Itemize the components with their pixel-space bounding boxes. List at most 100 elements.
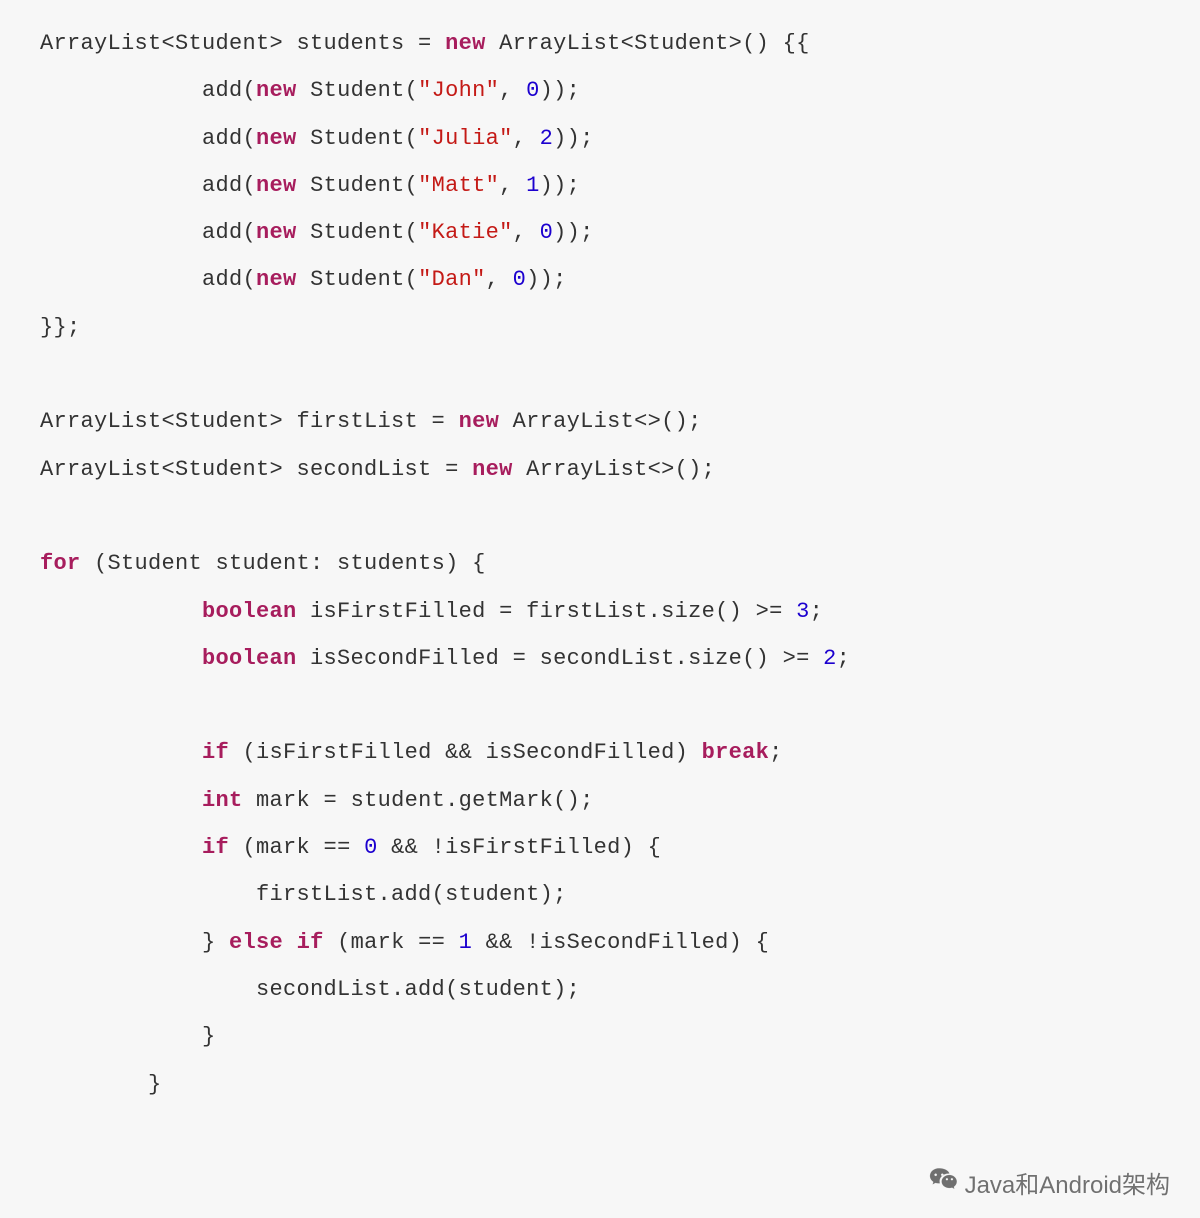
code-token: Student( <box>297 267 419 292</box>
code-token: ArrayList<Student> secondList = <box>40 457 472 482</box>
watermark: Java和Android架构 <box>929 1165 1170 1200</box>
code-token: 0 <box>364 835 378 860</box>
code-token: (mark == <box>324 930 459 955</box>
code-token: , <box>499 78 526 103</box>
code-token: }}; <box>40 315 81 340</box>
code-token: } <box>40 1024 216 1049</box>
code-token: )); <box>540 78 581 103</box>
code-token: , <box>486 267 513 292</box>
code-token: new <box>256 173 297 198</box>
code-token: add( <box>40 220 256 245</box>
code-token: ArrayList<>(); <box>499 409 702 434</box>
code-token: new <box>256 126 297 151</box>
code-line <box>40 682 1160 729</box>
code-token: (isFirstFilled && isSecondFilled) <box>229 740 702 765</box>
code-line: add(new Student("Julia", 2)); <box>40 115 1160 162</box>
code-token: for <box>40 551 81 576</box>
code-line: }}; <box>40 304 1160 351</box>
code-line: if (mark == 0 && !isFirstFilled) { <box>40 824 1160 871</box>
code-token: } <box>40 1072 162 1097</box>
code-token: (Student student: students) { <box>81 551 486 576</box>
code-token: 0 <box>526 78 540 103</box>
code-token: new <box>445 31 486 56</box>
code-token: ArrayList<Student>() {{ <box>486 31 810 56</box>
code-token: ArrayList<Student> firstList = <box>40 409 459 434</box>
code-token: new <box>256 220 297 245</box>
code-token: )); <box>553 220 594 245</box>
code-token <box>40 646 202 671</box>
code-line <box>40 493 1160 540</box>
code-token <box>40 740 202 765</box>
code-token: secondList.add(student); <box>40 977 580 1002</box>
code-token: "Matt" <box>418 173 499 198</box>
code-token: , <box>513 220 540 245</box>
code-token: ; <box>769 740 783 765</box>
code-token: )); <box>553 126 594 151</box>
code-token: , <box>499 173 526 198</box>
code-line: } <box>40 1061 1160 1108</box>
code-line: if (isFirstFilled && isSecondFilled) bre… <box>40 729 1160 776</box>
code-token: boolean <box>202 599 297 624</box>
code-token: firstList.add(student); <box>40 882 567 907</box>
code-line: add(new Student("Dan", 0)); <box>40 256 1160 303</box>
code-token: "Julia" <box>418 126 513 151</box>
code-token: new <box>256 78 297 103</box>
code-token <box>40 835 202 860</box>
code-token: Student( <box>297 220 419 245</box>
code-token: 2 <box>823 646 837 671</box>
code-token: new <box>256 267 297 292</box>
code-token: add( <box>40 78 256 103</box>
code-token: && !isSecondFilled) { <box>472 930 769 955</box>
code-token: 2 <box>540 126 554 151</box>
code-token: add( <box>40 267 256 292</box>
code-token <box>40 599 202 624</box>
code-token: isSecondFilled = secondList.size() >= <box>297 646 824 671</box>
code-token: new <box>472 457 513 482</box>
watermark-text: Java和Android架构 <box>965 1165 1170 1200</box>
code-token: isFirstFilled = firstList.size() >= <box>297 599 797 624</box>
code-token: , <box>513 126 540 151</box>
code-token: 3 <box>796 599 810 624</box>
code-token: ArrayList<Student> students = <box>40 31 445 56</box>
code-line: ArrayList<Student> firstList = new Array… <box>40 398 1160 445</box>
code-token: "Katie" <box>418 220 513 245</box>
code-token: 1 <box>459 930 473 955</box>
code-line: secondList.add(student); <box>40 966 1160 1013</box>
code-token: 0 <box>513 267 527 292</box>
code-token: if <box>297 930 324 955</box>
code-token: break <box>702 740 770 765</box>
code-token: && !isFirstFilled) { <box>378 835 662 860</box>
code-token: add( <box>40 126 256 151</box>
wechat-icon <box>929 1166 959 1199</box>
code-token: if <box>202 740 229 765</box>
code-token: Student( <box>297 173 419 198</box>
code-line: boolean isFirstFilled = firstList.size()… <box>40 588 1160 635</box>
code-line: boolean isSecondFilled = secondList.size… <box>40 635 1160 682</box>
code-token: Student( <box>297 126 419 151</box>
code-line: ArrayList<Student> students = new ArrayL… <box>40 20 1160 67</box>
code-line: for (Student student: students) { <box>40 540 1160 587</box>
code-token: Student( <box>297 78 419 103</box>
code-token: 0 <box>540 220 554 245</box>
code-line: } <box>40 1013 1160 1060</box>
code-line: firstList.add(student); <box>40 871 1160 918</box>
code-token: int <box>202 788 243 813</box>
code-token <box>40 788 202 813</box>
code-block: ArrayList<Student> students = new ArrayL… <box>0 0 1200 1128</box>
code-token <box>283 930 297 955</box>
code-line: int mark = student.getMark(); <box>40 777 1160 824</box>
code-token: new <box>459 409 500 434</box>
code-token: boolean <box>202 646 297 671</box>
code-token: } <box>40 930 229 955</box>
code-token: "John" <box>418 78 499 103</box>
code-token: "Dan" <box>418 267 486 292</box>
code-line: ArrayList<Student> secondList = new Arra… <box>40 446 1160 493</box>
code-line: add(new Student("Matt", 1)); <box>40 162 1160 209</box>
code-line <box>40 351 1160 398</box>
code-token: (mark == <box>229 835 364 860</box>
code-token: ; <box>810 599 824 624</box>
code-token: )); <box>540 173 581 198</box>
code-token: if <box>202 835 229 860</box>
code-line: add(new Student("John", 0)); <box>40 67 1160 114</box>
code-line: add(new Student("Katie", 0)); <box>40 209 1160 256</box>
